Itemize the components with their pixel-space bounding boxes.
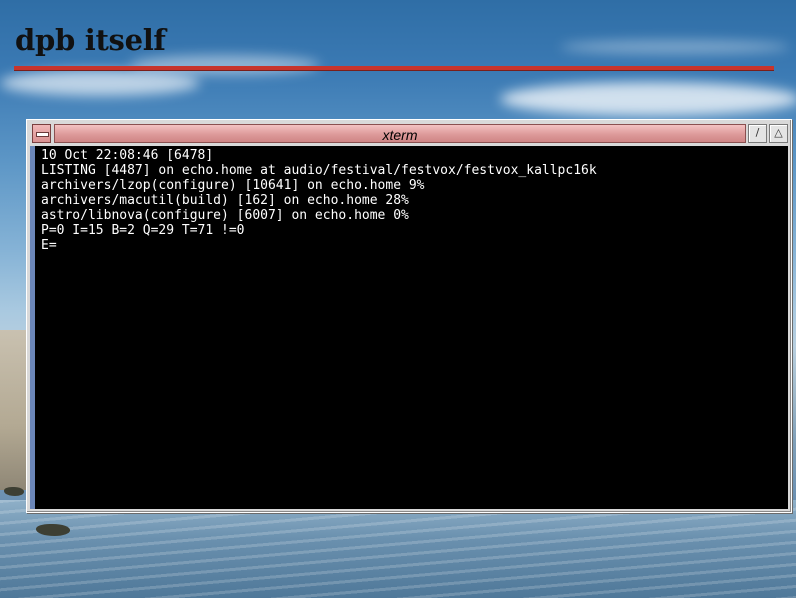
background-cloud xyxy=(560,40,790,54)
terminal-line: LISTING [4487] on echo.home at audio/fes… xyxy=(41,163,597,178)
terminal-line: archivers/lzop(configure) [10641] on ech… xyxy=(41,178,425,193)
iconify-button[interactable]: / xyxy=(748,124,767,143)
window-menu-button[interactable] xyxy=(32,124,51,143)
window-title: xterm xyxy=(382,127,418,143)
terminal-output[interactable]: 10 Oct 22:08:46 [6478] LISTING [4487] on… xyxy=(35,146,788,509)
maximize-icon: △ xyxy=(774,126,783,139)
terminal-line: E= xyxy=(41,238,57,253)
background-rock xyxy=(36,524,70,536)
terminal-line: 10 Oct 22:08:46 [6478] xyxy=(41,148,214,163)
iconify-icon: / xyxy=(755,126,760,139)
maximize-button[interactable]: △ xyxy=(769,124,788,143)
background-rock xyxy=(4,487,24,496)
xterm-window[interactable]: xterm / △ 10 Oct 22:08:46 [6478] LISTING… xyxy=(26,119,792,513)
terminal-line: archivers/macutil(build) [162] on echo.h… xyxy=(41,193,409,208)
window-titlebar[interactable]: xterm / △ xyxy=(30,123,788,145)
terminal-line: P=0 I=15 B=2 Q=29 T=71 !=0 xyxy=(41,223,245,238)
window-menu-icon xyxy=(36,132,49,137)
background-cloud xyxy=(500,82,796,116)
terminal-frame: 10 Oct 22:08:46 [6478] LISTING [4487] on… xyxy=(30,146,788,509)
window-title-bar[interactable]: xterm xyxy=(54,124,746,143)
title-underline xyxy=(14,66,774,71)
background-sea xyxy=(0,500,796,598)
background-cloud xyxy=(0,70,200,96)
slide-title: dpb itself xyxy=(15,23,166,57)
terminal-line: astro/libnova(configure) [6007] on echo.… xyxy=(41,208,409,223)
